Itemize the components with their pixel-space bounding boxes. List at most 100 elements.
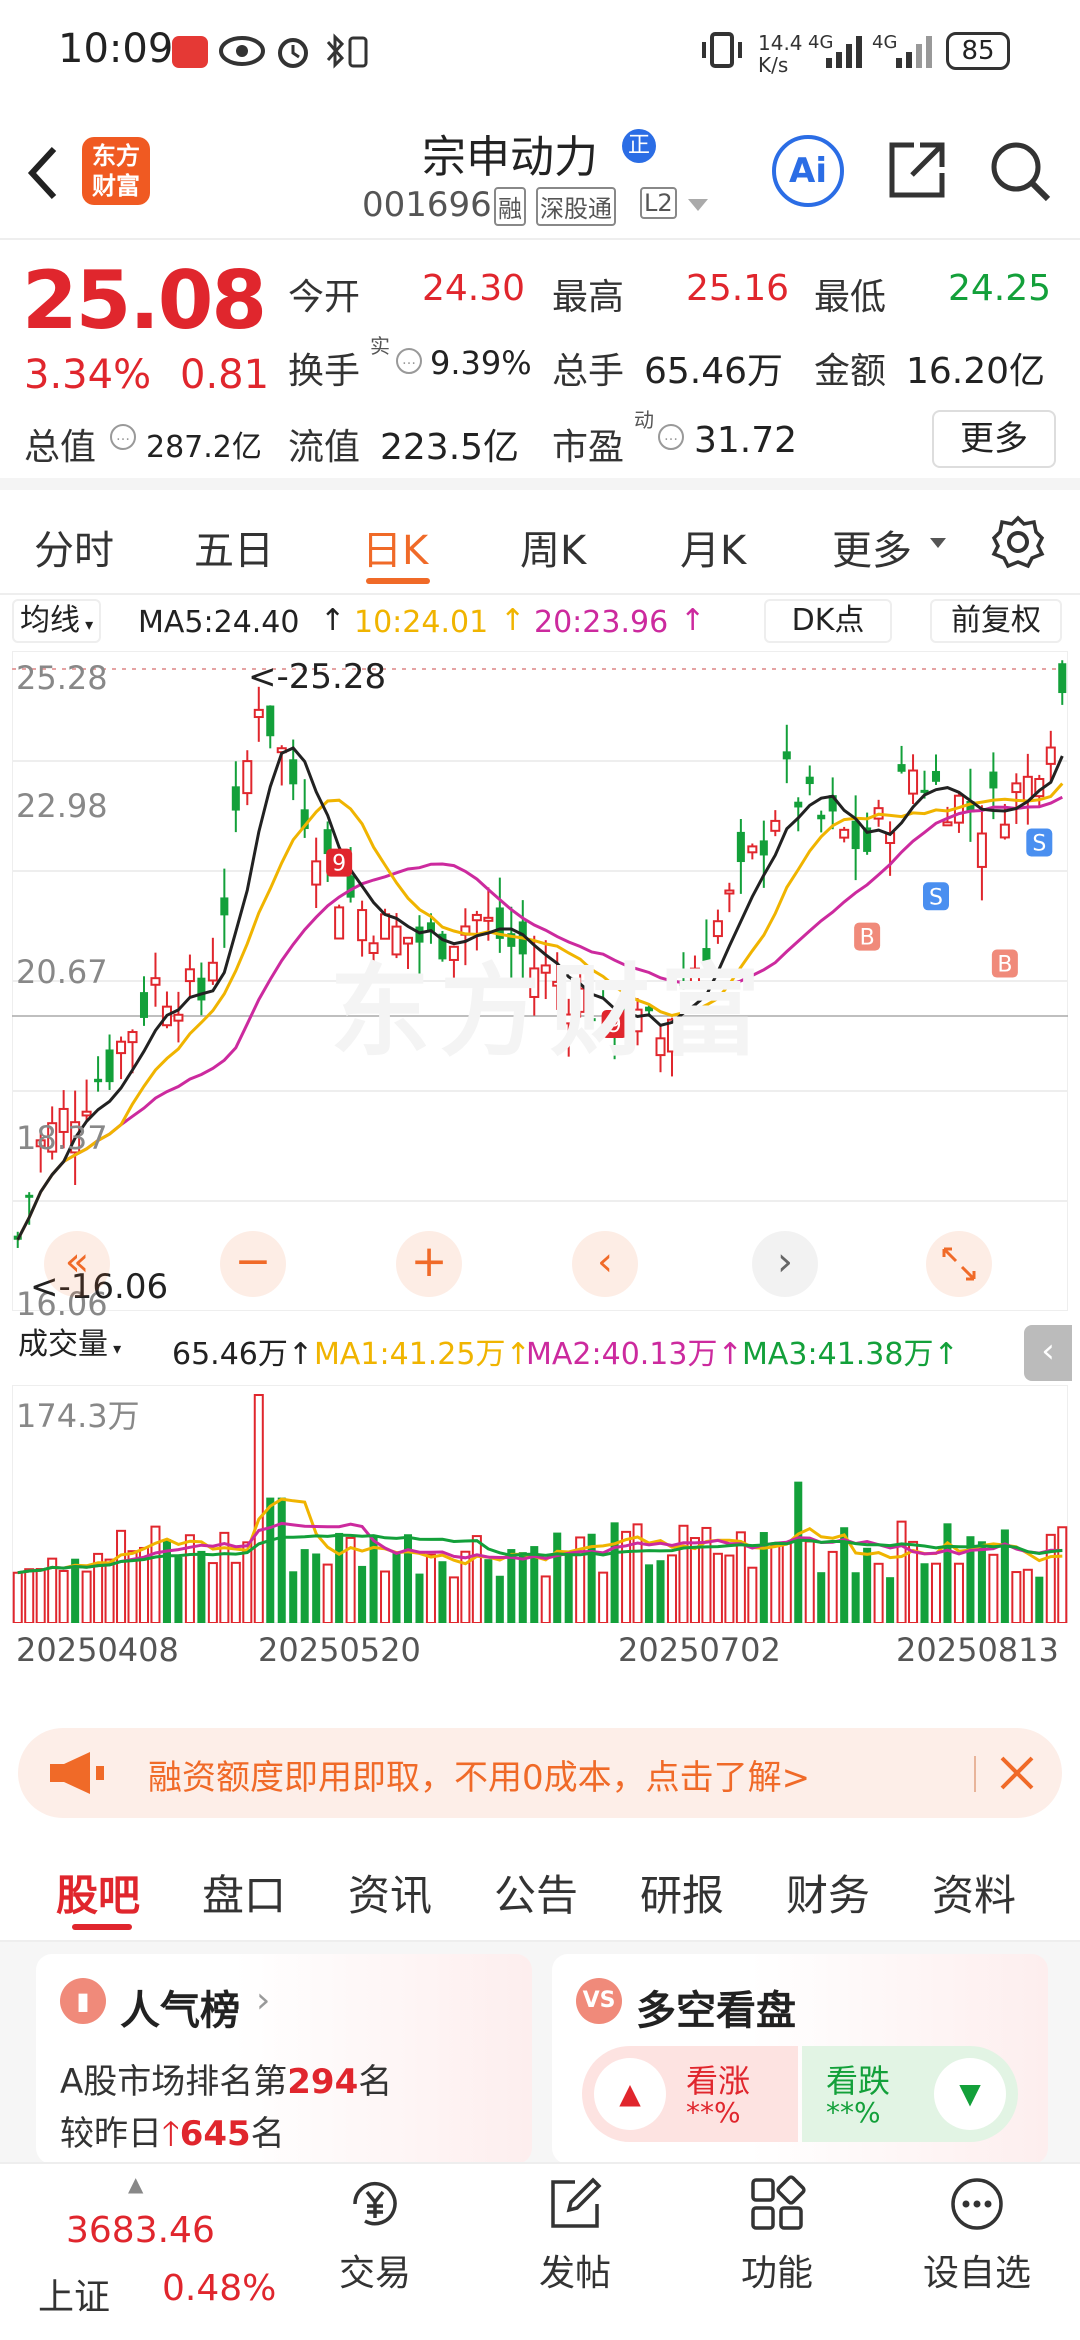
dk-point-button[interactable]: DK点	[764, 599, 892, 643]
nav-watchlist[interactable]: 设自选	[912, 2174, 1042, 2296]
app-notification-icon	[172, 36, 208, 68]
ma10-arrow: ↑	[500, 603, 526, 638]
ma20-value: 20:23.96	[534, 605, 669, 640]
tab-more[interactable]: 更多	[832, 518, 912, 576]
change-value: 0.81	[180, 352, 270, 398]
candle-body	[782, 751, 791, 760]
tab-caiwu[interactable]: 财务	[786, 1862, 870, 1923]
volume-bar	[277, 1497, 286, 1623]
more-button[interactable]: 更多	[932, 410, 1056, 468]
volume-bar	[645, 1564, 654, 1623]
kline-chart-area[interactable]: 均线 ▾ MA5:24.40 ↑ 10:24.01 ↑ 20:23.96 ↑ D…	[0, 595, 1080, 1705]
chevron-down-icon[interactable]	[686, 197, 710, 213]
volume-bar	[197, 1550, 206, 1623]
volume-bar	[930, 1562, 942, 1623]
banner-text: 融资额度即用即取，不用0成本，点击了解>	[148, 1758, 811, 1798]
quote-panel: 25.08 3.34% 0.81 今开 24.30 最高 25.16 最低 24…	[0, 240, 1080, 490]
back-icon[interactable]	[22, 143, 62, 203]
signal-marker-label: 9	[332, 852, 346, 877]
margin-ad-banner[interactable]: 融资额度即用即取，不用0成本，点击了解>	[18, 1728, 1062, 1818]
candle-body	[1011, 782, 1022, 794]
mktcap-value: 287.2亿	[146, 430, 262, 465]
zoom-out-button[interactable]: −	[220, 1231, 286, 1297]
ma-selector[interactable]: 均线 ▾	[12, 599, 102, 643]
volume-bar	[24, 1568, 35, 1623]
tab-wuri[interactable]: 五日	[194, 518, 274, 576]
date-label-2: 20250520	[258, 1631, 421, 1669]
open-value: 24.30	[422, 268, 526, 309]
volume-bar	[689, 1537, 700, 1623]
tab-yanbao[interactable]: 研报	[640, 1862, 724, 1923]
vote-down-button[interactable]: 看跌 **% ▼	[802, 2046, 1018, 2142]
bull-bear-card[interactable]: VS 多空看盘 ▲ 看涨 **% 看跌 **% ▼	[552, 1954, 1048, 2164]
edit-icon	[551, 2177, 602, 2228]
tab-guba[interactable]: 股吧	[56, 1862, 140, 1923]
info-dots-icon-2: …	[110, 424, 136, 450]
search-icon[interactable]	[986, 137, 1054, 205]
volume-bar	[403, 1534, 413, 1623]
nav-trade[interactable]: 交易	[310, 2174, 440, 2296]
volume-bar	[1035, 1576, 1044, 1623]
banner-divider	[974, 1756, 976, 1792]
watermark: 东方财富	[330, 953, 770, 1070]
candle-body	[25, 1194, 34, 1198]
volume-bar	[794, 1481, 803, 1623]
tab-yuek[interactable]: 月K	[680, 518, 746, 576]
tab-ziliao[interactable]: 资料	[932, 1862, 1016, 1923]
volume-bar	[312, 1553, 321, 1623]
volume-bar	[116, 1529, 127, 1623]
popularity-card[interactable]: ▮ 人气榜 › A股市场排名第294名 较昨日🡑645名	[36, 1954, 532, 2164]
close-icon[interactable]	[996, 1752, 1038, 1794]
nav-function[interactable]: 功能	[712, 2174, 842, 2296]
candle-body	[471, 913, 482, 922]
candle-body	[127, 1031, 138, 1044]
volume-label: 总手	[552, 351, 625, 392]
adjust-button[interactable]: 前复权	[930, 599, 1062, 643]
axis-label-4: 18.37	[16, 1119, 108, 1157]
candle-body	[266, 705, 275, 737]
amount-label: 金额	[814, 351, 887, 392]
index-name: 上证	[38, 2277, 111, 2318]
volume-bar	[1011, 1571, 1022, 1623]
info-dots-icon-3: …	[658, 424, 684, 450]
tab-gonggao[interactable]: 公告	[494, 1862, 578, 1923]
candle-body	[908, 769, 919, 795]
tab-fenshi[interactable]: 分时	[34, 518, 114, 576]
tab-pankou[interactable]: 盘口	[202, 1862, 286, 1923]
nav-post[interactable]: 发帖	[510, 2174, 640, 2296]
verified-icon: 正	[622, 129, 656, 163]
tab-rik[interactable]: 日K	[362, 518, 428, 576]
signal-marker-label: S	[929, 885, 943, 910]
volume-chart[interactable]	[12, 1385, 1068, 1623]
index-value: 3683.46	[66, 2210, 215, 2251]
prev-button[interactable]: ‹	[572, 1231, 638, 1297]
tab-zhouk[interactable]: 周K	[520, 518, 586, 576]
share-icon[interactable]	[884, 137, 950, 203]
rewind-button[interactable]: «	[44, 1231, 110, 1297]
candle-body	[794, 801, 803, 808]
status-bar: 10:09 14.4 K/s 4G 4G 85	[0, 0, 1080, 105]
candle-body	[931, 770, 941, 782]
candle-body	[197, 977, 206, 1001]
fullscreen-icon[interactable]	[926, 1231, 992, 1297]
sup-shi: 实	[370, 334, 390, 358]
volume-bar	[12, 1571, 23, 1623]
stock-name: 宗申动力	[422, 132, 598, 183]
volume-bar	[253, 1394, 264, 1623]
vol-axis-max: 174.3万	[16, 1397, 140, 1435]
ai-button[interactable]: Ai	[772, 135, 844, 207]
collapse-panel-button[interactable]: ‹	[1024, 1325, 1072, 1381]
volume-bar	[977, 1541, 986, 1623]
zoom-in-button[interactable]: +	[396, 1231, 462, 1297]
gear-icon[interactable]	[990, 514, 1046, 570]
index-ticker[interactable]: ▲ 3683.46 上证 0.48%	[30, 2172, 290, 2318]
vol-ma1: MA1:41.25万↑	[314, 1337, 531, 1372]
volume-bar	[380, 1570, 391, 1623]
vote-up-button[interactable]: ▲ 看涨 **%	[582, 2046, 798, 2142]
date-label-3: 20250702	[618, 1631, 781, 1669]
next-button[interactable]: ›	[752, 1231, 818, 1297]
tab-zixun[interactable]: 资讯	[348, 1862, 432, 1923]
signal-marker-label: B	[860, 926, 875, 951]
volume-selector[interactable]: 成交量 ▾	[12, 1323, 127, 1367]
volume-bar	[712, 1552, 723, 1623]
